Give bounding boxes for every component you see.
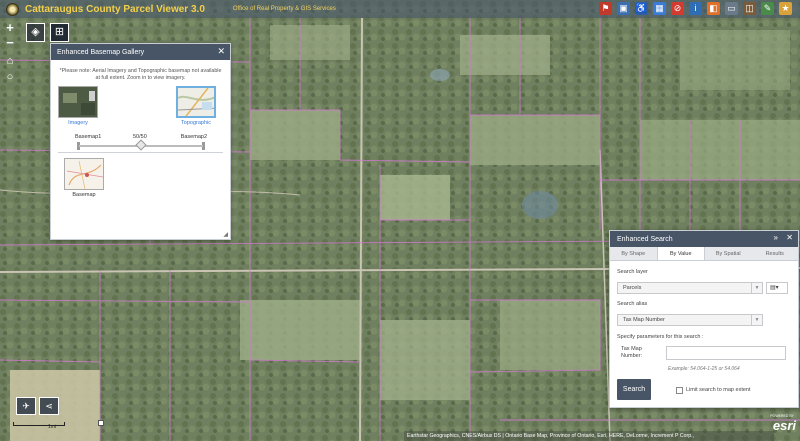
basemap-blend-slider[interactable]: Basemap1 50/50 Basemap2 [75,134,207,151]
info-tool-button[interactable]: i [689,2,702,15]
directions-button[interactable]: ✈ [16,397,36,415]
basemap-thumbnail[interactable] [64,158,104,190]
imagery-preview-image [59,87,97,117]
limit-extent-checkbox[interactable] [676,387,683,394]
search-alias-select[interactable]: Tax Map Number ▼ [617,314,763,326]
draw-icon: ✎ [763,3,772,13]
chevron-down-icon: ▼ [751,283,762,293]
locate-icon: ○ [6,71,14,83]
search-title: Enhanced Search [617,235,673,243]
slider-right-label: Basemap2 [180,134,207,140]
topographic-thumbnail[interactable] [176,86,216,118]
layers-list-icon: ◫ [745,3,754,13]
enhanced-search-panel: Enhanced Search » ✕ By Shape By Value By… [609,230,799,408]
layer-options-button[interactable]: ▤▾ [766,282,788,294]
search-params-label: Specify parameters for this search : [617,334,704,340]
gallery-close-button[interactable]: ✕ [217,46,225,57]
basemap-gallery-button[interactable]: ⊞ [50,23,69,42]
share-button[interactable]: ⋖ [39,397,59,415]
overview-map-toggle[interactable] [98,420,104,426]
search-titlebar: Enhanced Search » ✕ [610,231,798,247]
basemap-label[interactable]: Basemap [59,192,109,198]
search-example-text: Example: 54.064-1-25 or 54.064 [668,366,740,372]
clipboard-icon: ▤▾ [770,285,779,291]
table-tool-button[interactable]: ▦ [653,2,666,15]
basemap-gallery-panel: Enhanced Basemap Gallery ✕ *Please note:… [50,43,231,240]
county-seal-logo [6,2,19,16]
home-icon: ⌂ [6,55,14,67]
bus-tool-button[interactable]: ▣ [617,2,630,15]
header-toolbar: ⚑ ▣ ♿ ▦ ⊘ i ◧ ▭ ◫ ✎ ★ [599,2,792,15]
scale-bar [13,422,65,426]
tab-results[interactable]: Results [752,247,799,260]
draw-tool-button[interactable]: ✎ [761,2,774,15]
wheelchair-icon: ♿ [635,3,648,13]
topographic-label[interactable]: Topographic [171,120,221,126]
flag-tool-button[interactable]: ⚑ [599,2,612,15]
app-title: Cattaraugus County Parcel Viewer 3.0 [25,3,205,15]
search-layer-select[interactable]: Parcels ▼ [617,282,763,294]
map-attribution: Earthstar Geographics, CNES/Airbus DS | … [404,431,774,441]
bookmark-tool-button[interactable]: ★ [779,2,792,15]
stop-icon: ⊘ [673,3,682,13]
directions-icon: ✈ [22,401,30,411]
table-icon: ▦ [655,3,664,13]
print-tool-button[interactable]: ▭ [725,2,738,15]
imagery-label[interactable]: Imagery [53,120,103,126]
basemap-preview-image [65,159,103,189]
gallery-titlebar: Enhanced Basemap Gallery ✕ [51,44,230,60]
resize-handle-icon[interactable]: ◢ [223,231,228,238]
search-alias-label: Search alias [617,301,648,307]
esri-logo[interactable]: esri [773,418,796,433]
home-button[interactable]: ⌂ [4,55,16,67]
search-layer-value: Parcels [623,285,642,291]
search-alias-value: Tax Map Number [623,317,665,323]
gallery-title: Enhanced Basemap Gallery [57,48,145,56]
bus-icon: ▣ [619,3,628,13]
slider-left-label: Basemap1 [75,134,102,140]
limit-extent-label: Limit search to map extent [686,387,751,393]
tab-by-shape[interactable]: By Shape [610,247,657,260]
tax-map-number-label: Tax Map Number: [621,346,643,359]
search-layer-label: Search layer [617,269,648,275]
wheelchair-tool-button[interactable]: ♿ [635,2,648,15]
topographic-preview-image [178,88,214,116]
search-close-button[interactable]: ✕ [786,233,793,242]
measure-tool-button[interactable]: ◧ [707,2,720,15]
collapse-icon[interactable]: » [774,233,778,242]
zoom-out-button[interactable]: − [3,36,17,50]
chevron-down-icon: ▼ [751,315,762,325]
bookmark-icon: ★ [781,3,790,13]
print-icon: ▭ [727,3,736,13]
imagery-thumbnail[interactable] [58,86,98,118]
app-subtitle: Office of Real Property & GIS Services [232,6,336,12]
app-header: Cattaraugus County Parcel Viewer 3.0 Off… [0,0,800,18]
tab-by-value[interactable]: By Value [656,247,705,260]
flag-icon: ⚑ [601,3,610,13]
share-icon: ⋖ [45,401,53,411]
scale-label: 1mi [48,424,57,430]
zoom-in-button[interactable]: + [3,21,17,35]
grid-icon: ⊞ [54,26,65,38]
slider-handle[interactable] [135,139,147,151]
gallery-divider [58,152,223,153]
search-button[interactable]: Search [617,379,651,400]
locate-button[interactable]: ○ [4,71,16,83]
measure-icon: ◧ [709,3,718,13]
info-icon: i [694,3,697,13]
tax-map-number-input[interactable] [666,346,786,360]
search-tabs: By Shape By Value By Spatial Results [610,247,798,261]
layer-list-button[interactable]: ◈ [26,23,45,42]
gallery-note: *Please note: Aerial Imagery and Topogra… [59,68,222,81]
tab-by-spatial[interactable]: By Spatial [705,247,752,260]
layers-list-tool-button[interactable]: ◫ [743,2,756,15]
stop-tool-button[interactable]: ⊘ [671,2,684,15]
layers-icon: ◈ [31,26,40,38]
